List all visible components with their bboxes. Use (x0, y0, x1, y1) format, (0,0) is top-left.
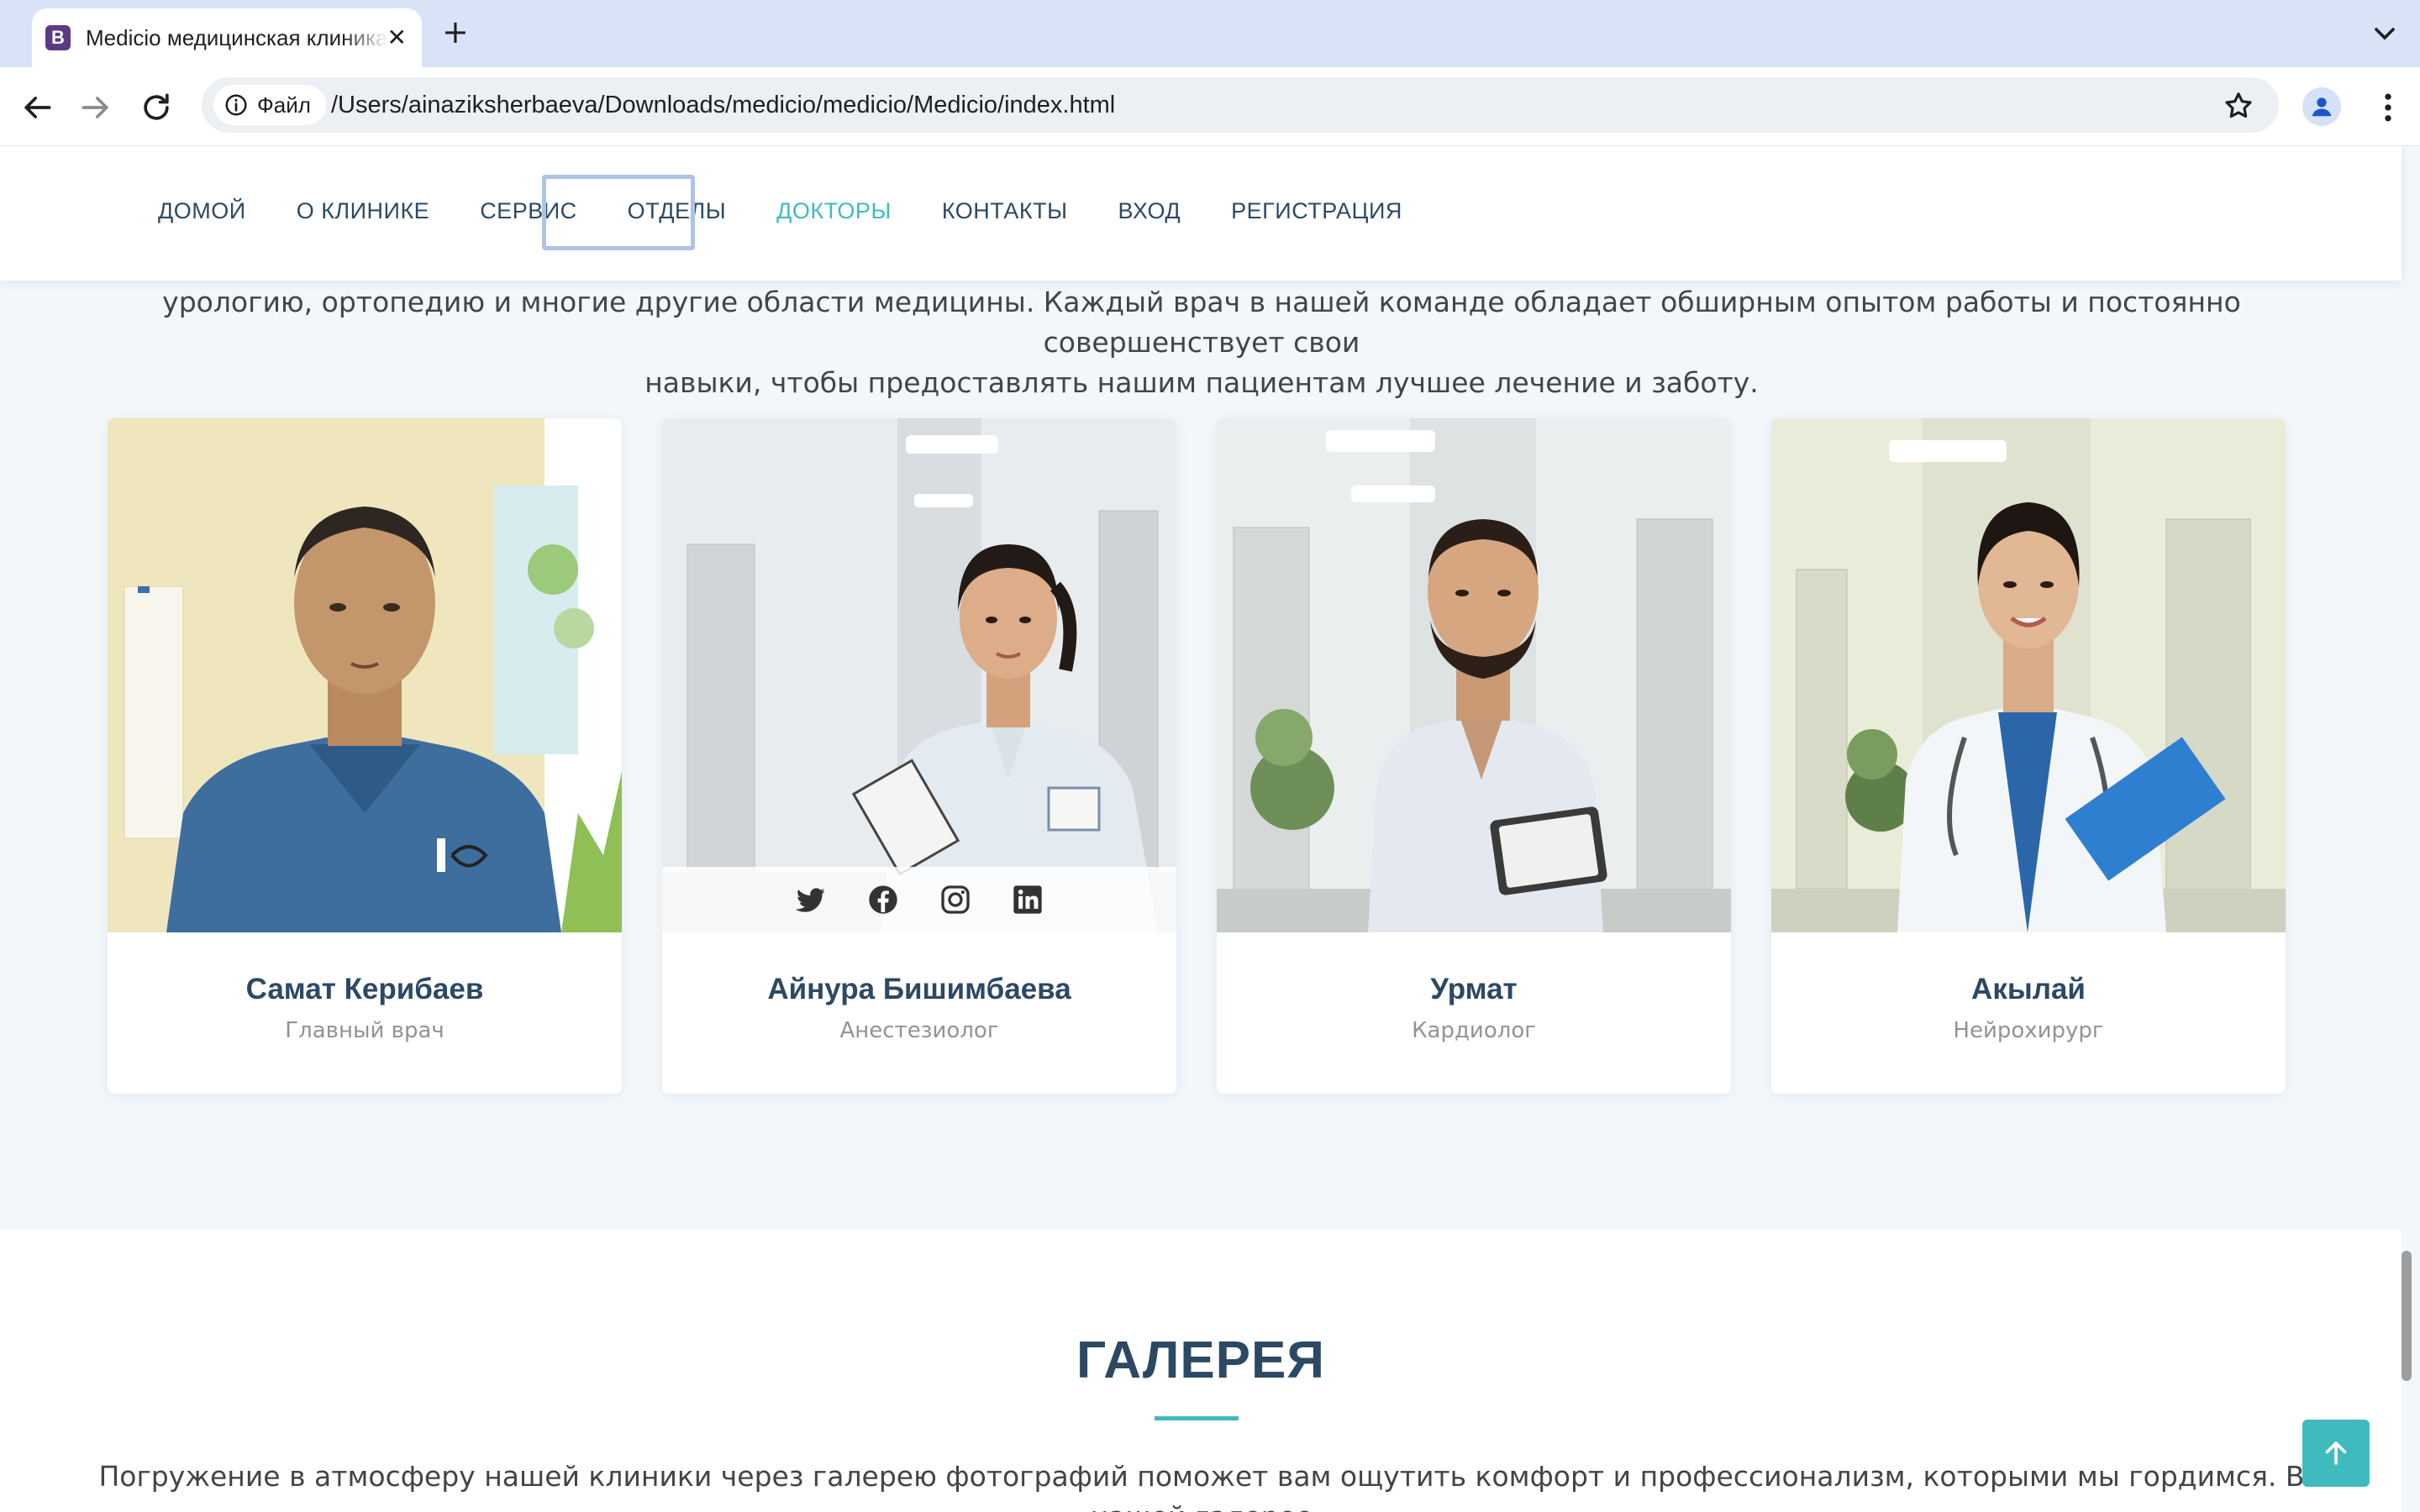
intro-line-2: навыки, чтобы предоставлять нашим пациен… (644, 366, 1759, 399)
browser-tab[interactable]: B Medicio медицинская клиника ✕ (32, 8, 422, 67)
reload-icon[interactable] (138, 89, 175, 126)
browser-toolbar: Файл /Users/ainaziksherbaeva/Downloads/m… (0, 67, 2420, 146)
doctor-role: Нейрохирург (1953, 1018, 2104, 1043)
doctor-photo (662, 418, 1176, 932)
site-info-chip[interactable]: Файл (213, 85, 326, 125)
doctor-card[interactable]: Урмат Кардиолог (1217, 418, 1731, 1094)
doctor-name: Акылай (1971, 973, 2086, 1005)
linkedin-icon[interactable] (1011, 883, 1044, 916)
doctor-info: Самат Керибаев Главный врач (108, 932, 622, 1094)
doctors-intro-text: урологию, ортопедию и многие другие обла… (92, 282, 2311, 403)
back-arrow-icon[interactable] (18, 89, 55, 126)
doctor-role: Анестезиолог (839, 1018, 999, 1043)
tab-search-chevron-icon[interactable] (2368, 17, 2402, 50)
doctor-photo (1771, 418, 2286, 932)
info-icon (225, 94, 247, 116)
doctor-photo (108, 418, 622, 932)
doctor-role: Главный врач (285, 1018, 445, 1043)
doctor-name: Айнура Бишимбаева (767, 973, 1071, 1005)
site-favicon-icon: B (45, 25, 71, 50)
doctor-photo (1217, 418, 1731, 932)
doctor-role: Кардиолог (1412, 1018, 1536, 1043)
nav-item-about[interactable]: О КЛИНИКЕ (297, 198, 430, 224)
doctor-card[interactable]: Акылай Нейрохирург (1771, 418, 2286, 1094)
nav-item-login[interactable]: ВХОД (1118, 198, 1181, 224)
twitter-icon[interactable] (794, 883, 828, 916)
arrow-up-icon (2325, 1441, 2347, 1465)
gallery-section: ГАЛЕРЕЯ Погружение в атмосферу нашей кли… (0, 1230, 2402, 1512)
doctor-info: Акылай Нейрохирург (1771, 932, 2286, 1094)
tab-close-icon[interactable]: ✕ (387, 26, 407, 50)
nav-item-doctors[interactable]: ДОКТОРЫ (776, 198, 892, 224)
doctor-card[interactable]: Самат Керибаев Главный врач (108, 418, 622, 1094)
bookmark-star-icon[interactable] (2222, 89, 2255, 123)
section-title-underline (1155, 1416, 1239, 1420)
back-to-top-button[interactable] (2302, 1420, 2370, 1487)
address-bar[interactable]: Файл /Users/ainaziksherbaeva/Downloads/m… (202, 77, 2279, 133)
browser-tabstrip: B Medicio медицинская клиника ✕ + (0, 0, 2420, 67)
nav-focus-ring (542, 175, 695, 250)
doctor-info: Айнура Бишимбаева Анестезиолог (662, 932, 1176, 1094)
doctor-info: Урмат Кардиолог (1217, 932, 1731, 1094)
page-scrollbar-thumb[interactable] (2402, 1251, 2412, 1381)
new-tab-button[interactable]: + (442, 13, 469, 50)
intro-line-1: урологию, ортопедию и многие другие обла… (162, 286, 2241, 359)
browser-menu-icon[interactable] (2370, 89, 2407, 126)
nav-item-home[interactable]: ДОМОЙ (158, 198, 246, 224)
forward-arrow-icon[interactable] (77, 89, 114, 126)
gallery-title: ГАЛЕРЕЯ (1076, 1331, 1325, 1389)
site-header: ДОМОЙ О КЛИНИКЕ СЕРВИС ОТДЕЛЫ ДОКТОРЫ КО… (0, 146, 2402, 281)
instagram-icon[interactable] (939, 883, 972, 916)
site-chip-label: Файл (257, 92, 311, 118)
tab-title: Medicio медицинская клиника (86, 24, 388, 50)
gallery-description: Погружение в атмосферу нашей клиники чер… (98, 1460, 2305, 1512)
nav-item-register[interactable]: РЕГИСТРАЦИЯ (1231, 198, 1402, 224)
main-nav: ДОМОЙ О КЛИНИКЕ СЕРВИС ОТДЕЛЫ ДОКТОРЫ КО… (158, 198, 1453, 224)
url-text[interactable]: /Users/ainaziksherbaeva/Downloads/medici… (331, 92, 1115, 119)
page-viewport: урологию, ортопедию и многие другие обла… (0, 146, 2420, 1512)
facebook-icon[interactable] (866, 883, 900, 916)
doctor-name: Самат Керибаев (245, 973, 484, 1005)
nav-item-contacts[interactable]: КОНТАКТЫ (942, 198, 1068, 224)
doctor-name: Урмат (1430, 973, 1518, 1005)
social-links (662, 867, 1176, 932)
doctor-card[interactable]: Айнура Бишимбаева Анестезиолог (662, 418, 1176, 1094)
profile-avatar-icon[interactable] (2302, 87, 2341, 126)
